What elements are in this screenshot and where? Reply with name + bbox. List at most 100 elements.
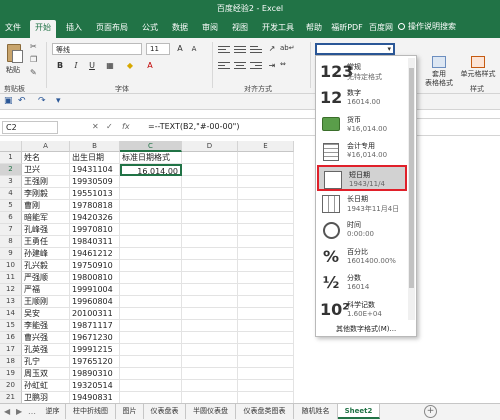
grid-cell[interactable] bbox=[182, 320, 238, 332]
grid-cell[interactable]: 曹刚 bbox=[22, 200, 70, 212]
grid-cell[interactable]: 19431104 bbox=[70, 164, 120, 176]
row-header[interactable]: 7 bbox=[0, 224, 22, 236]
grid-cell[interactable] bbox=[120, 320, 182, 332]
row-header[interactable]: 12 bbox=[0, 284, 22, 296]
next-sheet-icon[interactable]: ▶ bbox=[16, 407, 22, 416]
grid-cell[interactable]: 19930509 bbox=[70, 176, 120, 188]
grid-cell[interactable] bbox=[120, 284, 182, 296]
grid-cell[interactable] bbox=[120, 224, 182, 236]
dropdown-scrollbar[interactable] bbox=[408, 58, 415, 320]
grid-cell[interactable]: 19970810 bbox=[70, 224, 120, 236]
indent-icon[interactable]: ⇥ bbox=[266, 60, 278, 72]
grid-cell[interactable] bbox=[238, 272, 294, 284]
row-header[interactable]: 6 bbox=[0, 212, 22, 224]
merge-center-icon[interactable]: ⇔ bbox=[280, 60, 286, 68]
row-header[interactable]: 3 bbox=[0, 176, 22, 188]
format-option[interactable]: 会计专用 ¥16,014.00 bbox=[317, 138, 407, 164]
format-painter-icon[interactable]: ✎ bbox=[30, 68, 37, 77]
grid-cell[interactable] bbox=[238, 236, 294, 248]
grid-cell[interactable] bbox=[120, 248, 182, 260]
paste-button[interactable]: 粘贴 bbox=[4, 42, 26, 74]
format-option[interactable]: 时间 0:00:00 bbox=[317, 217, 407, 243]
grid-cell[interactable] bbox=[182, 200, 238, 212]
column-header-d[interactable]: D bbox=[182, 141, 238, 152]
grid-cell[interactable] bbox=[238, 152, 294, 164]
row-header[interactable]: 17 bbox=[0, 344, 22, 356]
grid-cell[interactable]: 孔英强 bbox=[22, 344, 70, 356]
grid-cell[interactable] bbox=[182, 248, 238, 260]
grid-cell[interactable] bbox=[182, 392, 238, 403]
cell-styles-button[interactable]: 单元格样式 bbox=[456, 56, 500, 79]
grid-cell[interactable] bbox=[120, 176, 182, 188]
customize-qat-icon[interactable]: ▾ bbox=[56, 96, 61, 106]
orientation-icon[interactable]: ↗ bbox=[266, 43, 278, 55]
italic-button[interactable]: I bbox=[70, 60, 82, 72]
format-option[interactable]: 10² 科学记数 1.60E+04 bbox=[317, 297, 407, 323]
grid-cell[interactable] bbox=[120, 308, 182, 320]
row-header[interactable]: 1 bbox=[0, 152, 22, 164]
tab-formulas[interactable]: 公式 bbox=[138, 20, 162, 38]
grid-cell[interactable] bbox=[238, 344, 294, 356]
grid-cell[interactable] bbox=[238, 332, 294, 344]
grid-cell[interactable]: 吴安 bbox=[22, 308, 70, 320]
grid-cell[interactable] bbox=[120, 272, 182, 284]
redo-icon[interactable]: ↷ bbox=[38, 96, 46, 106]
grow-font-icon[interactable]: A bbox=[174, 43, 186, 55]
grid-cell[interactable] bbox=[238, 320, 294, 332]
column-header-a[interactable]: A bbox=[22, 141, 70, 152]
grid-cell[interactable]: 19871117 bbox=[70, 320, 120, 332]
grid-cell[interactable]: 曹兴强 bbox=[22, 332, 70, 344]
grid-cell[interactable]: 卫兴 bbox=[22, 164, 70, 176]
grid-cell[interactable] bbox=[120, 212, 182, 224]
align-top-icon[interactable] bbox=[218, 44, 230, 54]
prev-sheet-icon[interactable]: ◀ bbox=[4, 407, 10, 416]
more-number-formats[interactable]: 其他数字格式(M)... bbox=[336, 324, 396, 334]
tab-developer[interactable]: 开发工具 bbox=[258, 20, 298, 38]
tab-view[interactable]: 视图 bbox=[228, 20, 252, 38]
enter-icon[interactable]: ✓ bbox=[106, 122, 113, 131]
format-option[interactable]: 长日期 1943年11月4日 bbox=[317, 191, 407, 217]
grid-cell[interactable] bbox=[120, 380, 182, 392]
format-option[interactable]: 123 常规 无特定格式 bbox=[317, 59, 407, 85]
format-option[interactable]: 短日期 1943/11/4 bbox=[317, 164, 407, 191]
fill-color-icon[interactable]: ◆ bbox=[124, 60, 136, 72]
grid-cell[interactable]: 19890310 bbox=[70, 368, 120, 380]
row-header[interactable]: 13 bbox=[0, 296, 22, 308]
grid-cell[interactable]: 19420326 bbox=[70, 212, 120, 224]
grid-cell[interactable] bbox=[182, 152, 238, 164]
format-option[interactable]: 货币 ¥16,014.00 bbox=[317, 112, 407, 138]
insert-function-icon[interactable]: fx bbox=[122, 122, 130, 131]
grid-cell[interactable]: 19461212 bbox=[70, 248, 120, 260]
font-color-icon[interactable]: A bbox=[144, 60, 156, 72]
grid-cell[interactable] bbox=[238, 176, 294, 188]
grid-cell[interactable]: 19671230 bbox=[70, 332, 120, 344]
grid-cell[interactable] bbox=[120, 332, 182, 344]
grid-cell[interactable]: 李能强 bbox=[22, 320, 70, 332]
sheet-tab-dashboard[interactable]: 仪表盘表 bbox=[144, 404, 186, 419]
cancel-icon[interactable]: ✕ bbox=[92, 122, 99, 131]
tab-review[interactable]: 审阅 bbox=[198, 20, 222, 38]
underline-button[interactable]: U bbox=[86, 60, 98, 72]
number-format-select[interactable]: ▾ bbox=[315, 43, 395, 55]
borders-icon[interactable]: ▦ bbox=[104, 60, 116, 72]
row-header[interactable]: 20 bbox=[0, 380, 22, 392]
tab-foxit-pdf[interactable]: 福昕PDF bbox=[330, 20, 364, 38]
grid-cell[interactable] bbox=[182, 368, 238, 380]
select-all-corner[interactable] bbox=[0, 141, 22, 152]
grid-cell[interactable]: 严强顺 bbox=[22, 272, 70, 284]
column-header-b[interactable]: B bbox=[70, 141, 120, 152]
grid-cell[interactable]: 孔峰强 bbox=[22, 224, 70, 236]
tab-data[interactable]: 数据 bbox=[168, 20, 192, 38]
column-header-e[interactable]: E bbox=[238, 141, 294, 152]
table-format-button[interactable]: 套用 表格格式 bbox=[424, 56, 454, 88]
grid-cell[interactable]: 19551013 bbox=[70, 188, 120, 200]
font-name-select[interactable]: 等线 bbox=[52, 43, 142, 55]
tab-insert[interactable]: 插入 bbox=[62, 20, 86, 38]
grid-cell[interactable] bbox=[120, 344, 182, 356]
grid-cell[interactable]: 19320514 bbox=[70, 380, 120, 392]
grid-cell[interactable] bbox=[238, 248, 294, 260]
grid-cell[interactable] bbox=[182, 212, 238, 224]
row-header[interactable]: 9 bbox=[0, 248, 22, 260]
grid-cell[interactable] bbox=[182, 236, 238, 248]
grid-cell[interactable]: 19991215 bbox=[70, 344, 120, 356]
